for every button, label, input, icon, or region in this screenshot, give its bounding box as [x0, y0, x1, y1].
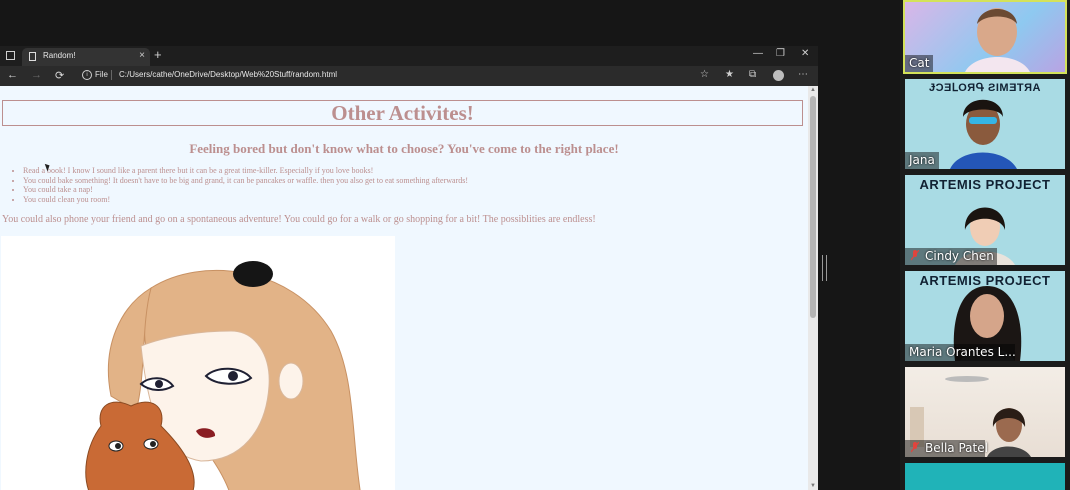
file-icon	[29, 52, 36, 61]
participant-tile-jana[interactable]: ɈƆƎԼOЯԳ ƧIMƎTЯA Jana	[905, 79, 1065, 169]
page-scrollbar[interactable]: ▲ ▼	[808, 86, 818, 490]
tab-close-button[interactable]: ×	[139, 50, 145, 61]
participant-name: Cindy Chen	[925, 249, 994, 263]
info-icon[interactable]: i	[82, 70, 92, 80]
adventure-paragraph: You could also phone your friend and go …	[2, 214, 596, 225]
forward-button[interactable]: →	[31, 69, 42, 81]
participant-tile-maria-orantes[interactable]: ARTEMIS PROJECT Maria Orantes L...	[905, 271, 1065, 361]
mic-muted-icon	[911, 442, 919, 453]
minimize-button[interactable]: —	[753, 48, 763, 59]
hair-scrunchie	[233, 261, 273, 287]
browser-window: Random! × + — ❐ ✕ ← → ⟳ i File C:/Users/…	[0, 46, 818, 490]
participant-name: Cat	[909, 56, 930, 70]
list-item: You could clean you room!	[23, 195, 468, 205]
scroll-up-icon[interactable]: ▲	[810, 87, 816, 93]
participant-tile-partial[interactable]	[905, 463, 1065, 490]
back-button[interactable]: ←	[7, 69, 18, 81]
mic-muted-icon	[911, 250, 919, 261]
participant-tile-bella-patel[interactable]: Bella Patel	[905, 367, 1065, 457]
tab-actions-icon[interactable]	[6, 51, 15, 60]
address-bar: ← → ⟳ i File C:/Users/cathe/OneDrive/Des…	[0, 66, 818, 86]
add-favorite-icon[interactable]: ☆	[700, 69, 709, 80]
new-tab-button[interactable]: +	[154, 47, 162, 62]
list-item: Read a book! I know I sound like a paren…	[23, 166, 468, 176]
file-label: File	[95, 70, 108, 79]
url-field[interactable]: C:/Users/cathe/OneDrive/Desktop/Web%20St…	[119, 70, 337, 79]
collections-icon[interactable]: ⧉	[749, 69, 756, 80]
participant-tile-cindy-chen[interactable]: ARTEMIS PROJECT Cindy Chen	[905, 175, 1065, 265]
restore-button[interactable]: ❐	[776, 48, 785, 59]
activity-list: Read a book! I know I sound like a paren…	[0, 166, 468, 204]
favorites-icon[interactable]: ★	[725, 69, 734, 80]
list-item: You could take a nap!	[23, 185, 468, 195]
participant-name: Jana	[909, 153, 935, 167]
close-window-button[interactable]: ✕	[801, 48, 809, 59]
reload-button[interactable]: ⟳	[55, 69, 64, 82]
address-separator	[111, 70, 112, 80]
tab-bar: Random! × + — ❐ ✕	[0, 46, 818, 66]
scroll-down-icon[interactable]: ▼	[810, 483, 816, 489]
page-viewport: Other Activites! Feeling bored but don't…	[0, 86, 808, 490]
participant-name: Bella Patel	[925, 441, 988, 455]
tab-random[interactable]: Random! ×	[22, 48, 150, 66]
page-title: Other Activites!	[2, 100, 803, 126]
participant-tile-cat[interactable]: Cat	[903, 0, 1067, 74]
list-item: You could bake something! It doesn't hav…	[23, 176, 468, 186]
page-subheading: Feeling bored but don't know what to cho…	[189, 141, 619, 156]
settings-menu-button[interactable]: ⋯	[798, 69, 808, 80]
girl-with-cat-illustration	[1, 236, 395, 490]
illustration-svg	[85, 261, 361, 490]
scrollbar-thumb[interactable]	[810, 96, 816, 318]
tab-title: Random!	[43, 51, 76, 60]
participant-name: Maria Orantes L...	[909, 345, 1016, 359]
profile-icon[interactable]	[773, 70, 784, 81]
panel-resize-handle[interactable]	[822, 255, 827, 281]
